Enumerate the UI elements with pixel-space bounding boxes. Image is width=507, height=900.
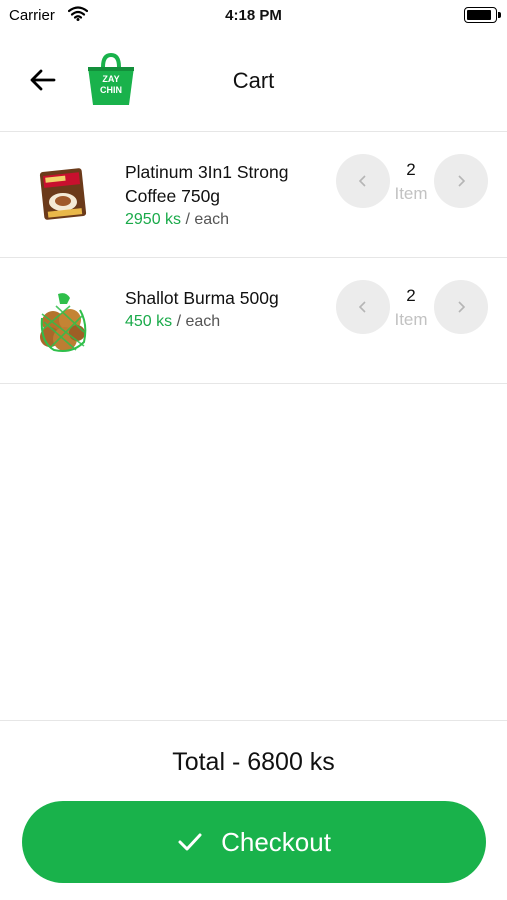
increase-quantity-button[interactable] bbox=[434, 280, 488, 334]
price-value: 2950 ks bbox=[125, 211, 182, 228]
cart-list: Platinum 3In1 Strong Coffee 750g 2950 ks… bbox=[0, 132, 507, 384]
chevron-right-icon bbox=[458, 175, 466, 187]
cart-item: Platinum 3In1 Strong Coffee 750g 2950 ks… bbox=[0, 132, 507, 258]
page-title: Cart bbox=[232, 68, 275, 93]
cart-item: Shallot Burma 500g 450 ks / each 2 Item bbox=[0, 258, 507, 384]
quantity-stepper: 2 Item bbox=[336, 280, 488, 336]
product-image-shallot bbox=[36, 292, 90, 352]
increase-quantity-button[interactable] bbox=[434, 154, 488, 208]
item-price: 2950 ks / each bbox=[125, 208, 325, 232]
nav-bar: ZAY CHIN Cart bbox=[0, 32, 507, 132]
item-name: Shallot Burma 500g bbox=[125, 288, 279, 308]
checkout-button[interactable]: Checkout bbox=[22, 801, 486, 883]
item-price: 450 ks / each bbox=[125, 310, 325, 334]
battery-icon bbox=[464, 7, 501, 23]
clock: 4:18 PM bbox=[225, 7, 282, 24]
item-name: Platinum 3In1 Strong bbox=[125, 162, 289, 182]
cart-total: Total - 6800 ks bbox=[172, 748, 335, 776]
item-name: Coffee 750g bbox=[125, 186, 221, 206]
quantity-stepper: 2 Item bbox=[336, 154, 488, 210]
product-image-coffee bbox=[36, 166, 90, 224]
price-value: 450 ks bbox=[125, 313, 173, 330]
checkout-footer: Total - 6800 ks Checkout bbox=[0, 720, 507, 900]
status-bar: Carrier 4:18 PM bbox=[0, 0, 507, 32]
price-suffix: / each bbox=[172, 313, 221, 330]
chevron-right-icon bbox=[458, 301, 466, 313]
checkout-label: Checkout bbox=[221, 826, 331, 857]
checkmark-icon bbox=[178, 833, 202, 851]
price-suffix: / each bbox=[181, 211, 230, 228]
